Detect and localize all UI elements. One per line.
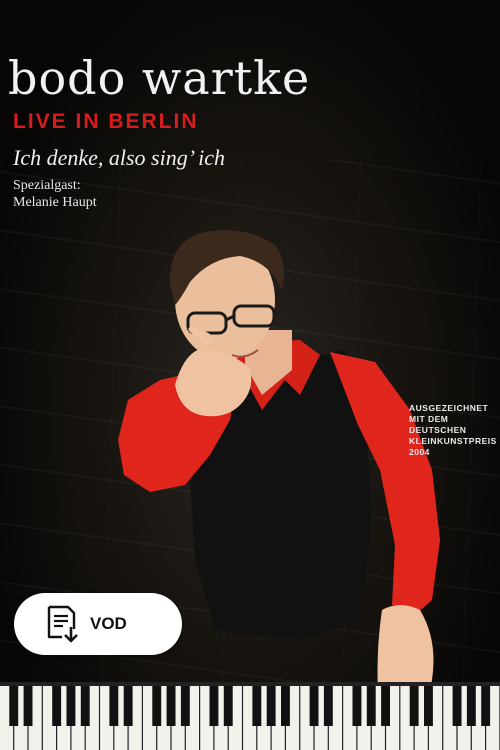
black-key xyxy=(123,686,133,726)
document-download-icon xyxy=(42,604,82,644)
black-key xyxy=(452,686,462,726)
award-line: AUSGEZEICHNET xyxy=(409,403,489,413)
vod-label: VOD xyxy=(90,614,127,633)
special-guest: Spezialgast: Melanie Haupt xyxy=(13,177,97,211)
black-key xyxy=(209,686,219,726)
award-line: 2004 xyxy=(409,447,430,457)
black-key xyxy=(424,686,433,726)
black-key xyxy=(166,686,176,726)
piano-keyboard xyxy=(0,682,500,750)
black-key xyxy=(352,686,362,726)
poster-subtitle: LIVE IN BERLIN xyxy=(13,110,199,133)
black-key xyxy=(252,686,262,726)
black-key xyxy=(66,686,76,726)
poster-title: bodo wartke xyxy=(8,51,311,105)
guest-label: Spezialgast: xyxy=(13,178,81,193)
black-key xyxy=(80,686,90,726)
black-key xyxy=(281,686,290,726)
black-key xyxy=(381,686,390,726)
award-line: DEUTSCHEN xyxy=(409,425,467,435)
award-text: AUSGEZEICHNET MIT DEM DEUTSCHEN KLEINKUN… xyxy=(409,403,497,458)
black-key xyxy=(309,686,319,726)
black-key xyxy=(109,686,119,726)
movie-poster[interactable]: bodo wartke LIVE IN BERLIN Ich denke, al… xyxy=(0,0,500,750)
black-key xyxy=(223,686,233,726)
award-line: MIT DEM xyxy=(409,414,449,424)
guest-name: Melanie Haupt xyxy=(13,195,97,210)
black-key xyxy=(180,686,190,726)
black-key xyxy=(481,686,491,726)
poster-tagline: Ich denke, also sing’ ich xyxy=(13,145,225,170)
black-key xyxy=(23,686,33,726)
black-key xyxy=(52,686,62,726)
black-key xyxy=(466,686,476,726)
vod-badge[interactable]: VOD xyxy=(14,593,182,655)
black-key xyxy=(323,686,333,726)
black-key xyxy=(152,686,162,726)
black-key xyxy=(266,686,276,726)
black-key xyxy=(366,686,376,726)
black-key xyxy=(409,686,419,726)
award-line: KLEINKUNSTPREIS xyxy=(409,436,497,446)
black-key xyxy=(9,686,19,726)
